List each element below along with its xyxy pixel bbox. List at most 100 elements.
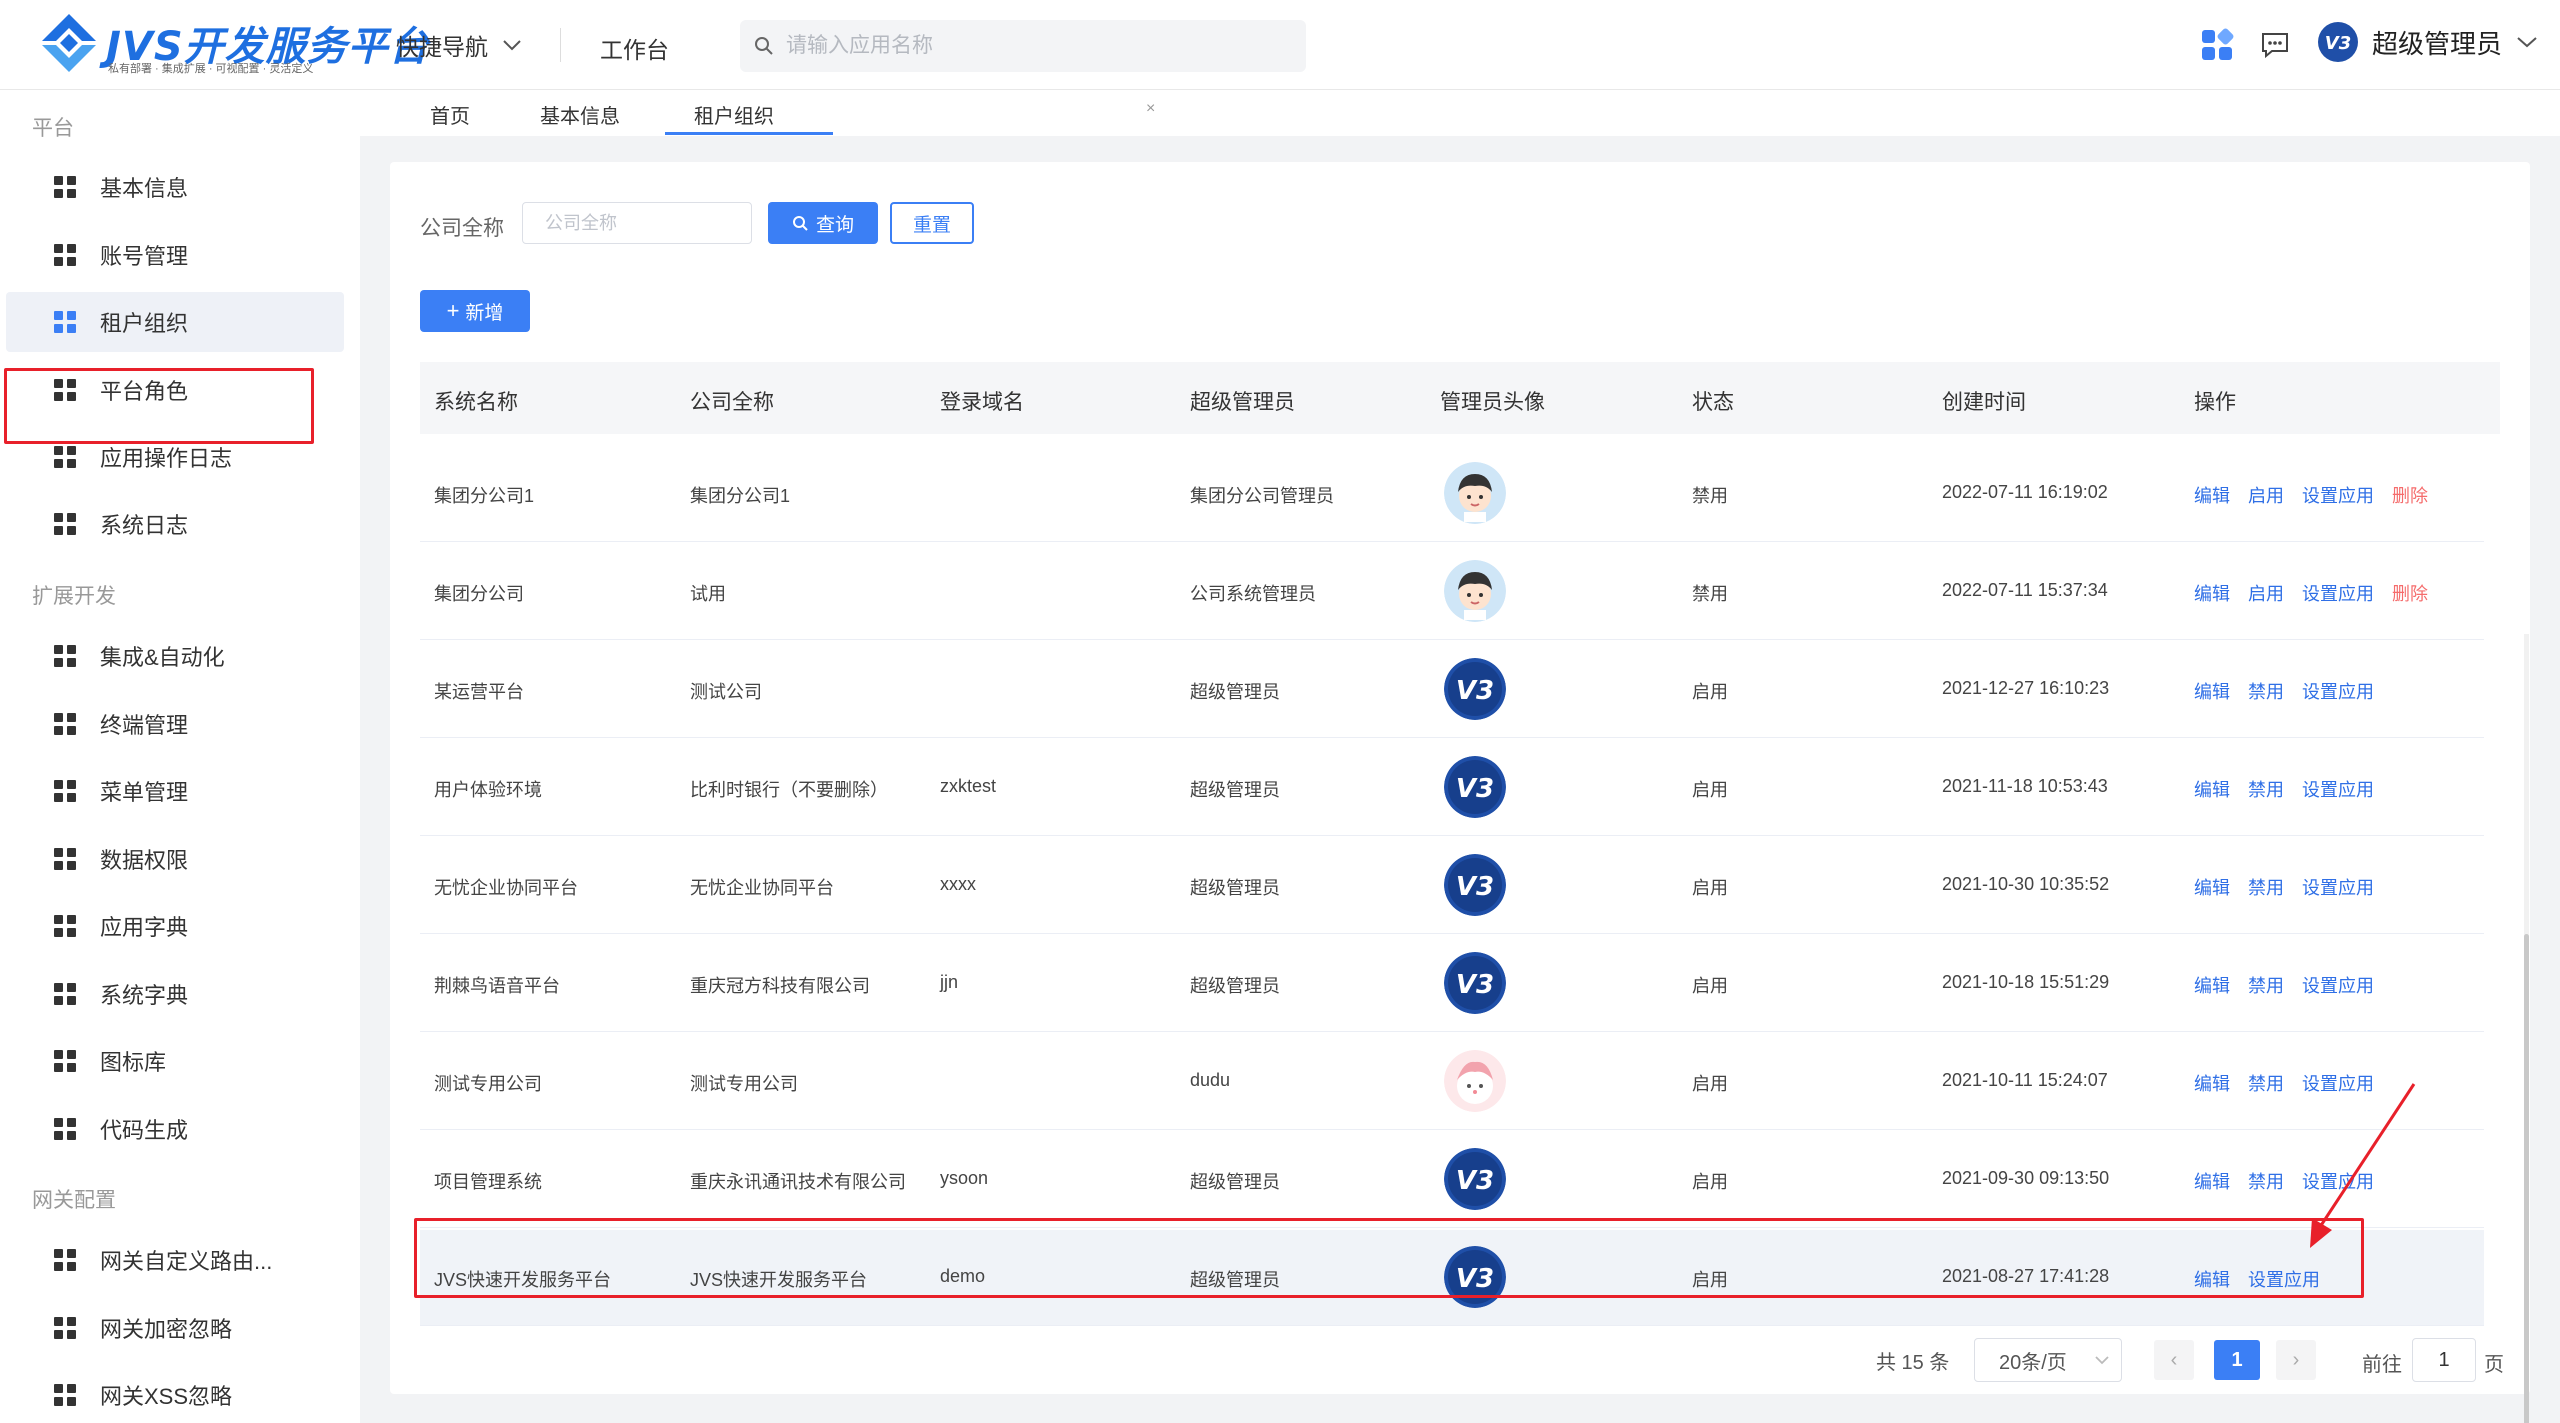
logo[interactable]: JVS开发服务平台 私有部署 · 集成扩展 · 可视配置 · 灵活定义 [38, 12, 429, 78]
add-button[interactable]: + 新增 [420, 290, 530, 332]
page-suffix-label: 页 [2484, 1354, 2504, 1376]
sidebar-item-menu[interactable]: 菜单管理 [6, 761, 344, 821]
edit-link[interactable]: 编辑 [2194, 580, 2230, 606]
sidebar-item-label: 代码生成 [100, 1118, 189, 1143]
set-app-link[interactable]: 设置应用 [2302, 776, 2374, 802]
goto-page-input[interactable] [2412, 1338, 2476, 1382]
column-header: 管理员头像 [1440, 391, 1545, 414]
admin-avatar: V3 [1444, 658, 1506, 720]
sidebar-item-account[interactable]: 账号管理 [6, 225, 344, 285]
sidebar-item-tenant[interactable]: 租户组织 [6, 292, 344, 352]
delete-link[interactable]: 删除 [2392, 482, 2428, 508]
sidebar-item-gateway-xss[interactable]: 网关XSS忽略 [6, 1365, 344, 1423]
admin-avatar: V3 [1444, 854, 1506, 916]
edit-link[interactable]: 编辑 [2194, 1168, 2230, 1194]
workbench-link[interactable]: 工作台 [600, 31, 669, 65]
disable-link[interactable]: 禁用 [2248, 678, 2284, 704]
disable-link[interactable]: 禁用 [2248, 776, 2284, 802]
sidebar-item-basic-info[interactable]: 基本信息 [6, 157, 344, 217]
goto-label: 前往 [2362, 1354, 2402, 1376]
tab-tenant[interactable]: 租户组织 [694, 100, 774, 129]
enable-link[interactable]: 启用 [2248, 580, 2284, 606]
sidebar-item-codegen[interactable]: 代码生成 [6, 1099, 344, 1159]
quick-nav-menu[interactable]: 快捷导航 [396, 28, 522, 62]
pagination-total: 共 15 条 [1876, 1351, 1950, 1374]
set-app-link[interactable]: 设置应用 [2302, 580, 2374, 606]
sidebar-item-gateway-encrypt[interactable]: 网关加密忽略 [6, 1298, 344, 1358]
tab-home[interactable]: 首页 [430, 100, 470, 129]
disable-link[interactable]: 禁用 [2248, 1070, 2284, 1096]
edit-link[interactable]: 编辑 [2194, 678, 2230, 704]
svg-text:V3: V3 [1456, 1264, 1494, 1294]
edit-link[interactable]: 编辑 [2194, 874, 2230, 900]
query-button[interactable]: 查询 [768, 202, 878, 244]
table-row[interactable]: 集团分公司 试用 公司系统管理员 禁用 2022-07-11 15:37:34 编辑 启用设… [420, 544, 2484, 640]
edit-link[interactable]: 编辑 [2194, 1266, 2230, 1292]
close-icon[interactable]: × [1146, 100, 1155, 118]
disable-link[interactable]: 禁用 [2248, 874, 2284, 900]
page-size-select[interactable]: 20条/页 [1974, 1338, 2122, 1382]
enable-link[interactable]: 启用 [2248, 482, 2284, 508]
sidebar-item-label: 图标库 [100, 1050, 167, 1075]
company-name-input[interactable] [522, 202, 752, 244]
chevron-down-icon [2517, 37, 2537, 48]
table-row[interactable]: 某运营平台 测试公司 超级管理员 V3 启用 2021-12-27 16:10:23 编辑禁… [420, 642, 2484, 738]
table-row[interactable]: 集团分公司1 集团分公司1 集团分公司管理员 禁用 2022-07-11 16:19:0… [420, 446, 2484, 542]
sidebar-item-app-log[interactable]: 应用操作日志 [6, 427, 344, 487]
sidebar-item-integration[interactable]: 集成&自动化 [6, 626, 344, 686]
set-app-link[interactable]: 设置应用 [2302, 678, 2374, 704]
table-row[interactable]: JVS快速开发服务平台 JVS快速开发服务平台 demo 超级管理员 V3 启用 2021-… [420, 1230, 2484, 1326]
table-row[interactable]: 荆棘鸟语音平台 重庆冠方科技有限公司 jjn 超级管理员 V3 启用 2021-10-18 … [420, 936, 2484, 1032]
delete-link[interactable]: 删除 [2392, 580, 2428, 606]
table-cell: 2021-12-27 16:10:23 [1942, 678, 2110, 698]
sidebar-item-system-log[interactable]: 系统日志 [6, 494, 344, 554]
set-app-link[interactable]: 设置应用 [2302, 874, 2374, 900]
grid-icon [54, 311, 76, 333]
admin-avatar: V3 [1444, 1148, 1506, 1210]
sidebar-item-app-dict[interactable]: 应用字典 [6, 896, 344, 956]
admin-avatar [1444, 1050, 1506, 1112]
edit-link[interactable]: 编辑 [2194, 972, 2230, 998]
sidebar-item-system-dict[interactable]: 系统字典 [6, 964, 344, 1024]
table-cell: 2021-10-30 10:35:52 [1942, 874, 2110, 894]
sidebar-item-platform-role[interactable]: 平台角色 [6, 360, 344, 420]
table-cell: 2021-11-18 10:53:43 [1942, 776, 2108, 796]
table-row[interactable]: 测试专用公司 测试专用公司 dudu 启用 2021-10-11 15:24:07 编辑禁… [420, 1034, 2484, 1130]
table-cell: 测试公司 [690, 682, 762, 702]
page-number-1[interactable]: 1 [2214, 1340, 2260, 1380]
disable-link[interactable]: 禁用 [2248, 1168, 2284, 1194]
column-header: 登录域名 [940, 391, 1024, 414]
table-cell: 重庆永讯通讯技术有限公司 [690, 1172, 906, 1192]
grid-icon [54, 513, 76, 535]
tab-basic-info[interactable]: 基本信息 [540, 100, 620, 129]
prev-page-button[interactable]: ‹ [2154, 1340, 2194, 1380]
sidebar-item-terminal[interactable]: 终端管理 [6, 694, 344, 754]
reset-button[interactable]: 重置 [890, 202, 974, 244]
grid-icon [54, 1050, 76, 1072]
table-cell: 启用 [1692, 1074, 1728, 1094]
column-header: 系统名称 [434, 391, 518, 414]
table-row[interactable]: 用户体验环境 比利时银行（不要删除） zxktest 超级管理员 V3 启用 2021-11… [420, 740, 2484, 836]
set-app-link[interactable]: 设置应用 [2302, 972, 2374, 998]
search-input[interactable] [786, 34, 1266, 58]
table-row[interactable]: 无忧企业协同平台 无忧企业协同平台 xxxx 超级管理员 V3 启用 2021-10-30 … [420, 838, 2484, 934]
edit-link[interactable]: 编辑 [2194, 776, 2230, 802]
disable-link[interactable]: 禁用 [2248, 972, 2284, 998]
user-menu[interactable]: V3 超级管理员 [2318, 22, 2538, 62]
sidebar-item-data-permission[interactable]: 数据权限 [6, 829, 344, 889]
search-icon [755, 37, 773, 55]
table-cell: JVS快速开发服务平台 [434, 1270, 612, 1290]
scrollbar-thumb[interactable] [2524, 934, 2529, 1423]
message-icon[interactable] [2258, 28, 2292, 62]
edit-link[interactable]: 编辑 [2194, 1070, 2230, 1096]
table-row[interactable]: 项目管理系统 重庆永讯通讯技术有限公司 ysoon 超级管理员 V3 启用 2021-09-… [420, 1132, 2484, 1228]
apps-grid-icon[interactable] [2200, 28, 2234, 62]
sidebar-item-icon-library[interactable]: 图标库 [6, 1031, 344, 1091]
next-page-button[interactable]: › [2276, 1340, 2316, 1380]
edit-link[interactable]: 编辑 [2194, 482, 2230, 508]
table-cell: ysoon [940, 1168, 989, 1188]
set-app-link[interactable]: 设置应用 [2248, 1266, 2320, 1292]
sidebar-item-label: 租户组织 [100, 311, 189, 336]
set-app-link[interactable]: 设置应用 [2302, 482, 2374, 508]
sidebar-item-gateway-route[interactable]: 网关自定义路由... [6, 1230, 344, 1290]
